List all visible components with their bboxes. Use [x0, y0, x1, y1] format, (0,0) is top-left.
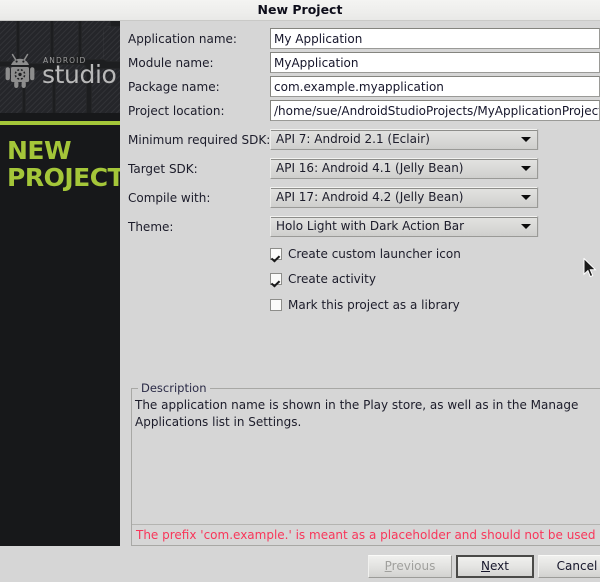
banner-headline: NEW PROJECT	[7, 137, 120, 191]
label-application-name: Application name:	[128, 32, 237, 46]
combo-compile-with[interactable]: API 17: Android 4.2 (Jelly Bean)	[270, 187, 538, 208]
description-legend: Description	[138, 381, 210, 395]
wizard-banner: ANDROID studio NEW PROJECT	[0, 21, 120, 546]
label-project-location: Project location:	[128, 104, 225, 118]
chevron-down-icon	[521, 224, 531, 229]
warning-message: The prefix 'com.example.' is meant as a …	[136, 528, 596, 542]
checkbox-box[interactable]	[270, 273, 282, 285]
label-package-name: Package name:	[128, 80, 220, 94]
android-studio-logo: ANDROID studio	[3, 47, 120, 95]
chevron-down-icon	[521, 166, 531, 171]
label-theme: Theme:	[128, 220, 174, 234]
input-application-name[interactable]	[270, 28, 600, 49]
checkbox-create-activity-label: Create activity	[288, 272, 376, 286]
input-module-name[interactable]	[270, 52, 600, 73]
wordmark-studio: studio	[42, 60, 117, 89]
chevron-down-icon	[521, 137, 531, 142]
banner-headline-line1: NEW	[7, 136, 72, 165]
banner-headline-line2: PROJECT	[7, 163, 120, 192]
input-project-location[interactable]	[270, 100, 600, 121]
android-robot-gear-icon	[5, 53, 35, 88]
warning-bar: The prefix 'com.example.' is meant as a …	[132, 524, 600, 545]
description-text: The application name is shown in the Pla…	[135, 398, 579, 429]
previous-button-mnemonic: P	[384, 559, 392, 573]
checkbox-box[interactable]	[270, 248, 282, 260]
next-button-label-rest: ext	[490, 559, 509, 573]
previous-button[interactable]: Previous	[368, 555, 452, 578]
banner-artwork: ANDROID studio	[0, 21, 120, 113]
label-target-sdk: Target SDK:	[128, 162, 198, 176]
cancel-button[interactable]: Cancel	[538, 555, 600, 578]
combo-minimum-sdk[interactable]: API 7: Android 2.1 (Eclair)	[270, 129, 538, 150]
combo-target-sdk[interactable]: API 16: Android 4.1 (Jelly Bean)	[270, 158, 538, 179]
banner-accent-rule	[0, 121, 120, 125]
input-package-name[interactable]	[270, 76, 600, 97]
combo-theme-value: Holo Light with Dark Action Bar	[276, 219, 465, 233]
checkbox-box[interactable]	[270, 299, 282, 311]
dialog-title: New Project	[257, 2, 343, 17]
label-compile-with: Compile with:	[128, 191, 211, 205]
new-project-dialog: New Project ANDROID studio NEW PROJECT A…	[0, 0, 600, 582]
dialog-button-bar: Previous Next Cancel	[0, 550, 600, 582]
combo-theme[interactable]: Holo Light with Dark Action Bar	[270, 216, 538, 237]
combo-target-sdk-value: API 16: Android 4.1 (Jelly Bean)	[276, 161, 464, 175]
mouse-pointer-icon	[583, 258, 597, 278]
label-module-name: Module name:	[128, 56, 214, 70]
next-button[interactable]: Next	[456, 555, 534, 578]
next-button-mnemonic: N	[481, 559, 490, 573]
combo-minimum-sdk-value: API 7: Android 2.1 (Eclair)	[276, 132, 430, 146]
combo-compile-with-value: API 17: Android 4.2 (Jelly Bean)	[276, 190, 464, 204]
checkbox-create-launcher-icon-label: Create custom launcher icon	[288, 247, 461, 261]
chevron-down-icon	[521, 195, 531, 200]
checkbox-mark-as-library-label: Mark this project as a library	[288, 298, 460, 312]
label-minimum-sdk: Minimum required SDK:	[128, 133, 271, 147]
previous-button-label-rest: revious	[391, 559, 436, 573]
dialog-titlebar: New Project	[0, 0, 600, 21]
